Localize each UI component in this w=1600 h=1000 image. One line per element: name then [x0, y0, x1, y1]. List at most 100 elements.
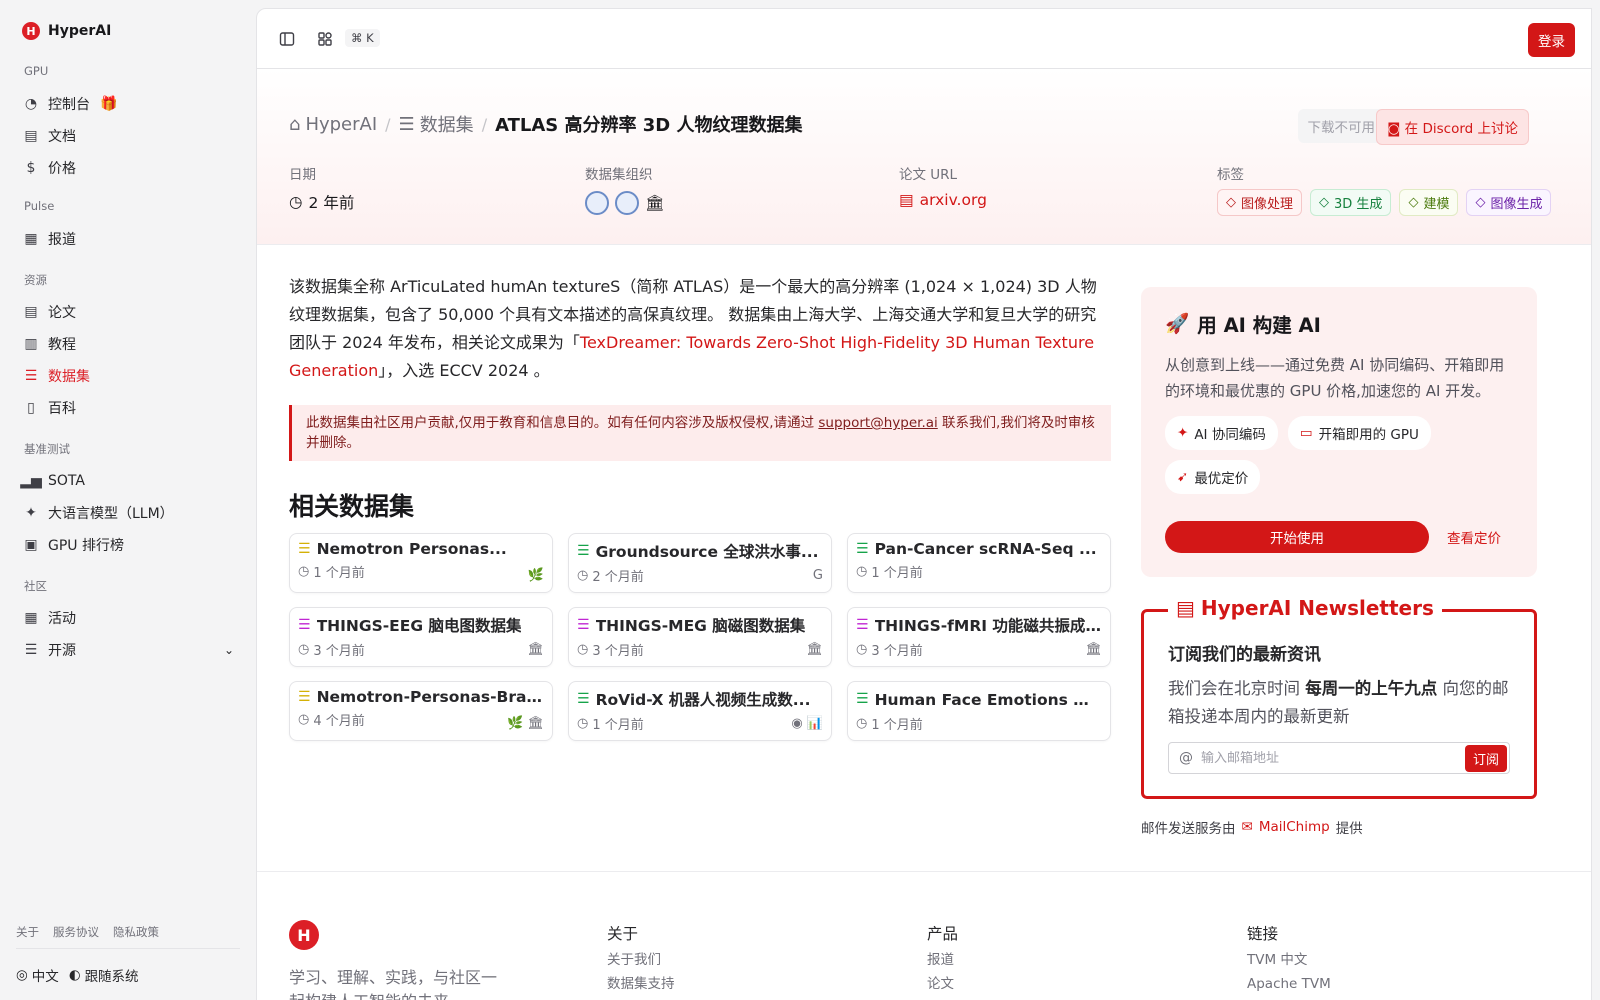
mailchimp-link[interactable]: MailChimp: [1259, 819, 1330, 835]
database-icon: ☰: [856, 617, 869, 633]
sidebar-item-opensource[interactable]: ☰ 开源 ⌄: [24, 637, 234, 663]
support-email-link[interactable]: support@hyper.ai: [818, 415, 937, 431]
clock-icon: ◷: [298, 564, 310, 579]
sidebar-item-wiki[interactable]: ▯ 百科: [24, 395, 234, 421]
related-dataset-card[interactable]: ☰ THINGS-MEG 脑磁图数据集 ◷ 3 个月前 🏛: [568, 607, 832, 667]
breadcrumb-separator: /: [481, 114, 488, 134]
footer-link[interactable]: Apache TVM: [1247, 976, 1331, 992]
arxiv-link[interactable]: arxiv.org: [920, 191, 987, 209]
email-input[interactable]: [1201, 750, 1457, 766]
card-title-text: RoVid-X 机器人视频生成数...: [595, 691, 811, 709]
sidebar-item-docs[interactable]: ▤ 文档: [24, 123, 234, 149]
card-time: 3 个月前: [592, 644, 644, 659]
related-dataset-card[interactable]: ☰ Pan-Cancer scRNA-Seq ... ◷ 1 个月前: [847, 533, 1111, 593]
related-dataset-card[interactable]: ☰ RoVid-X 机器人视频生成数... ◷ 1 个月前 ◉ 📊: [568, 681, 832, 741]
search-shortcut[interactable]: ⌘ K: [345, 29, 380, 47]
language-switch[interactable]: ◎ 中文: [16, 965, 59, 985]
footer-link[interactable]: 报道: [927, 952, 958, 968]
card-title: ☰ THINGS-EEG 脑电图数据集: [298, 614, 544, 636]
card-org-logos: 🏛: [527, 642, 544, 657]
sidebar-item-console[interactable]: ◔ 控制台 🎁: [24, 91, 234, 117]
privacy-link[interactable]: 隐私政策: [113, 924, 159, 940]
rocket-icon: 🚀: [1165, 312, 1190, 335]
chip-gpu: ▭ 开箱即用的 GPU: [1287, 416, 1431, 450]
tag-modeling[interactable]: ◇ 建模: [1399, 189, 1459, 216]
org-logo-sjtu[interactable]: [615, 191, 639, 215]
login-button[interactable]: 登录: [1528, 23, 1575, 57]
brand-link[interactable]: H HyperAI: [22, 22, 111, 40]
card-title-text: THINGS-MEG 脑磁图数据集: [595, 617, 806, 635]
sidebar-item-news[interactable]: ▦ 报道: [24, 226, 234, 252]
sidebar-toggle-icon[interactable]: [277, 29, 297, 49]
card-title: ☰ Nemotron Personas...: [298, 540, 544, 558]
sidebar-item-sota[interactable]: ▂▅ SOTA: [20, 468, 234, 494]
card-title: ☰ RoVid-X 机器人视频生成数...: [577, 688, 823, 710]
clock-icon: ◷: [298, 712, 310, 727]
meta-org-label: 数据集组织: [585, 167, 653, 183]
nav-section-pulse: Pulse: [24, 199, 55, 213]
tag-image-processing[interactable]: ◇ 图像处理: [1217, 189, 1303, 216]
provider-prefix: 邮件发送服务由: [1141, 821, 1236, 837]
tag-icon: ◇: [1475, 195, 1486, 210]
related-dataset-card[interactable]: ☰ Human Face Emotions 人... ◷ 1 个月前: [847, 681, 1111, 741]
view-pricing-link[interactable]: 查看定价: [1447, 527, 1501, 547]
institution-icon[interactable]: 🏛: [645, 194, 665, 212]
footer-link[interactable]: 论文: [927, 976, 958, 992]
sidebar-item-tutorials[interactable]: ▥ 教程: [24, 331, 234, 357]
tag-label: 3D 生成: [1334, 197, 1383, 212]
related-dataset-card[interactable]: ☰ THINGS-fMRI 功能磁共振成... ◷ 3 个月前 🏛: [847, 607, 1111, 667]
chip-label: 最优定价: [1194, 471, 1249, 487]
related-dataset-card[interactable]: ☰ Nemotron-Personas-Bra... ◷ 4 个月前 🌿 🏛: [289, 681, 553, 741]
download-button[interactable]: 下载不可用: [1297, 109, 1385, 143]
footer-link[interactable]: TVM 中文: [1247, 952, 1331, 968]
card-org-logos: 🏛: [1085, 642, 1102, 657]
footer-link[interactable]: 关于我们: [607, 952, 675, 968]
footer-col-products: 产品 报道 论文: [927, 922, 958, 992]
sidebar-item-events[interactable]: ▦ 活动: [24, 605, 234, 631]
theme-switch[interactable]: ◐ 跟随系统: [69, 965, 139, 985]
subscribe-button[interactable]: 订阅: [1464, 744, 1507, 772]
card-time: 1 个月前: [871, 566, 923, 581]
start-button[interactable]: 开始使用: [1165, 521, 1429, 553]
theme-icon: ◐: [68, 967, 81, 983]
related-dataset-card[interactable]: ☰ Groundsource 全球洪水事... ◷ 2 个月前 G: [568, 533, 832, 593]
related-dataset-card[interactable]: ☰ Nemotron Personas... ◷ 1 个月前 🌿: [289, 533, 553, 593]
dataset-description: 该数据集全称 ArTicuLated humAn textureS（简称 ATL…: [289, 273, 1111, 385]
apps-icon[interactable]: [315, 29, 335, 49]
about-link[interactable]: 关于: [16, 924, 39, 940]
sidebar-item-gpu-leaderboard[interactable]: ▣ GPU 排行榜: [24, 532, 234, 558]
card-meta: ◷ 3 个月前: [577, 640, 823, 659]
terms-link[interactable]: 服务协议: [53, 924, 99, 940]
footer-link[interactable]: 数据集支持: [607, 976, 675, 992]
sidebar: H HyperAI GPU ◔ 控制台 🎁 ▤ 文档 $ 价格 Pulse ▦ …: [0, 0, 256, 1000]
breadcrumb-home[interactable]: ⌂ HyperAI: [289, 114, 377, 135]
sidebar-item-pricing[interactable]: $ 价格: [24, 155, 234, 181]
tag-3d-generation[interactable]: ◇ 3D 生成: [1310, 189, 1392, 216]
related-dataset-card[interactable]: ☰ THINGS-EEG 脑电图数据集 ◷ 3 个月前 🏛: [289, 607, 553, 667]
sidebar-item-papers[interactable]: ▤ 论文: [24, 299, 234, 325]
discord-label: 在 Discord 上讨论: [1404, 121, 1518, 137]
database-icon: ☰: [577, 543, 590, 559]
org-logo-shu[interactable]: [585, 191, 609, 215]
tag-image-generation[interactable]: ◇ 图像生成: [1466, 189, 1552, 216]
tag-label: 图像处理: [1241, 197, 1294, 212]
chip-ai-coding: ✦ AI 协同编码: [1165, 416, 1278, 450]
card-org-logos: G: [812, 568, 823, 583]
card-title-text: Groundsource 全球洪水事...: [595, 543, 819, 561]
aside-text: 从创意到上线——通过免费 AI 协同编码、开箱即用的环境和最优惠的 GPU 价格…: [1165, 356, 1505, 400]
sidebar-item-datasets[interactable]: ☰ 数据集: [24, 363, 234, 389]
sidebar-footer-links: 关于 服务协议 隐私政策: [16, 924, 159, 940]
discord-button[interactable]: ◙ 在 Discord 上讨论: [1376, 109, 1529, 145]
nav-section-resources: 资源: [24, 273, 47, 287]
globe-icon: ◎: [16, 967, 28, 983]
home-icon: ⌂: [289, 113, 301, 135]
sidebar-item-llm[interactable]: ✦ 大语言模型（LLM）: [24, 500, 234, 526]
card-meta: ◷ 1 个月前: [298, 562, 544, 581]
clock-icon: ◷: [856, 716, 868, 731]
card-org-logos: ◉ 📊: [791, 716, 823, 731]
card-time: 1 个月前: [313, 566, 365, 581]
card-time: 4 个月前: [313, 714, 365, 729]
card-time: 1 个月前: [592, 718, 644, 733]
breadcrumb-datasets[interactable]: ☰ 数据集: [399, 111, 474, 137]
description-text-end: 」，入选 ECCV 2024 。: [378, 361, 550, 380]
